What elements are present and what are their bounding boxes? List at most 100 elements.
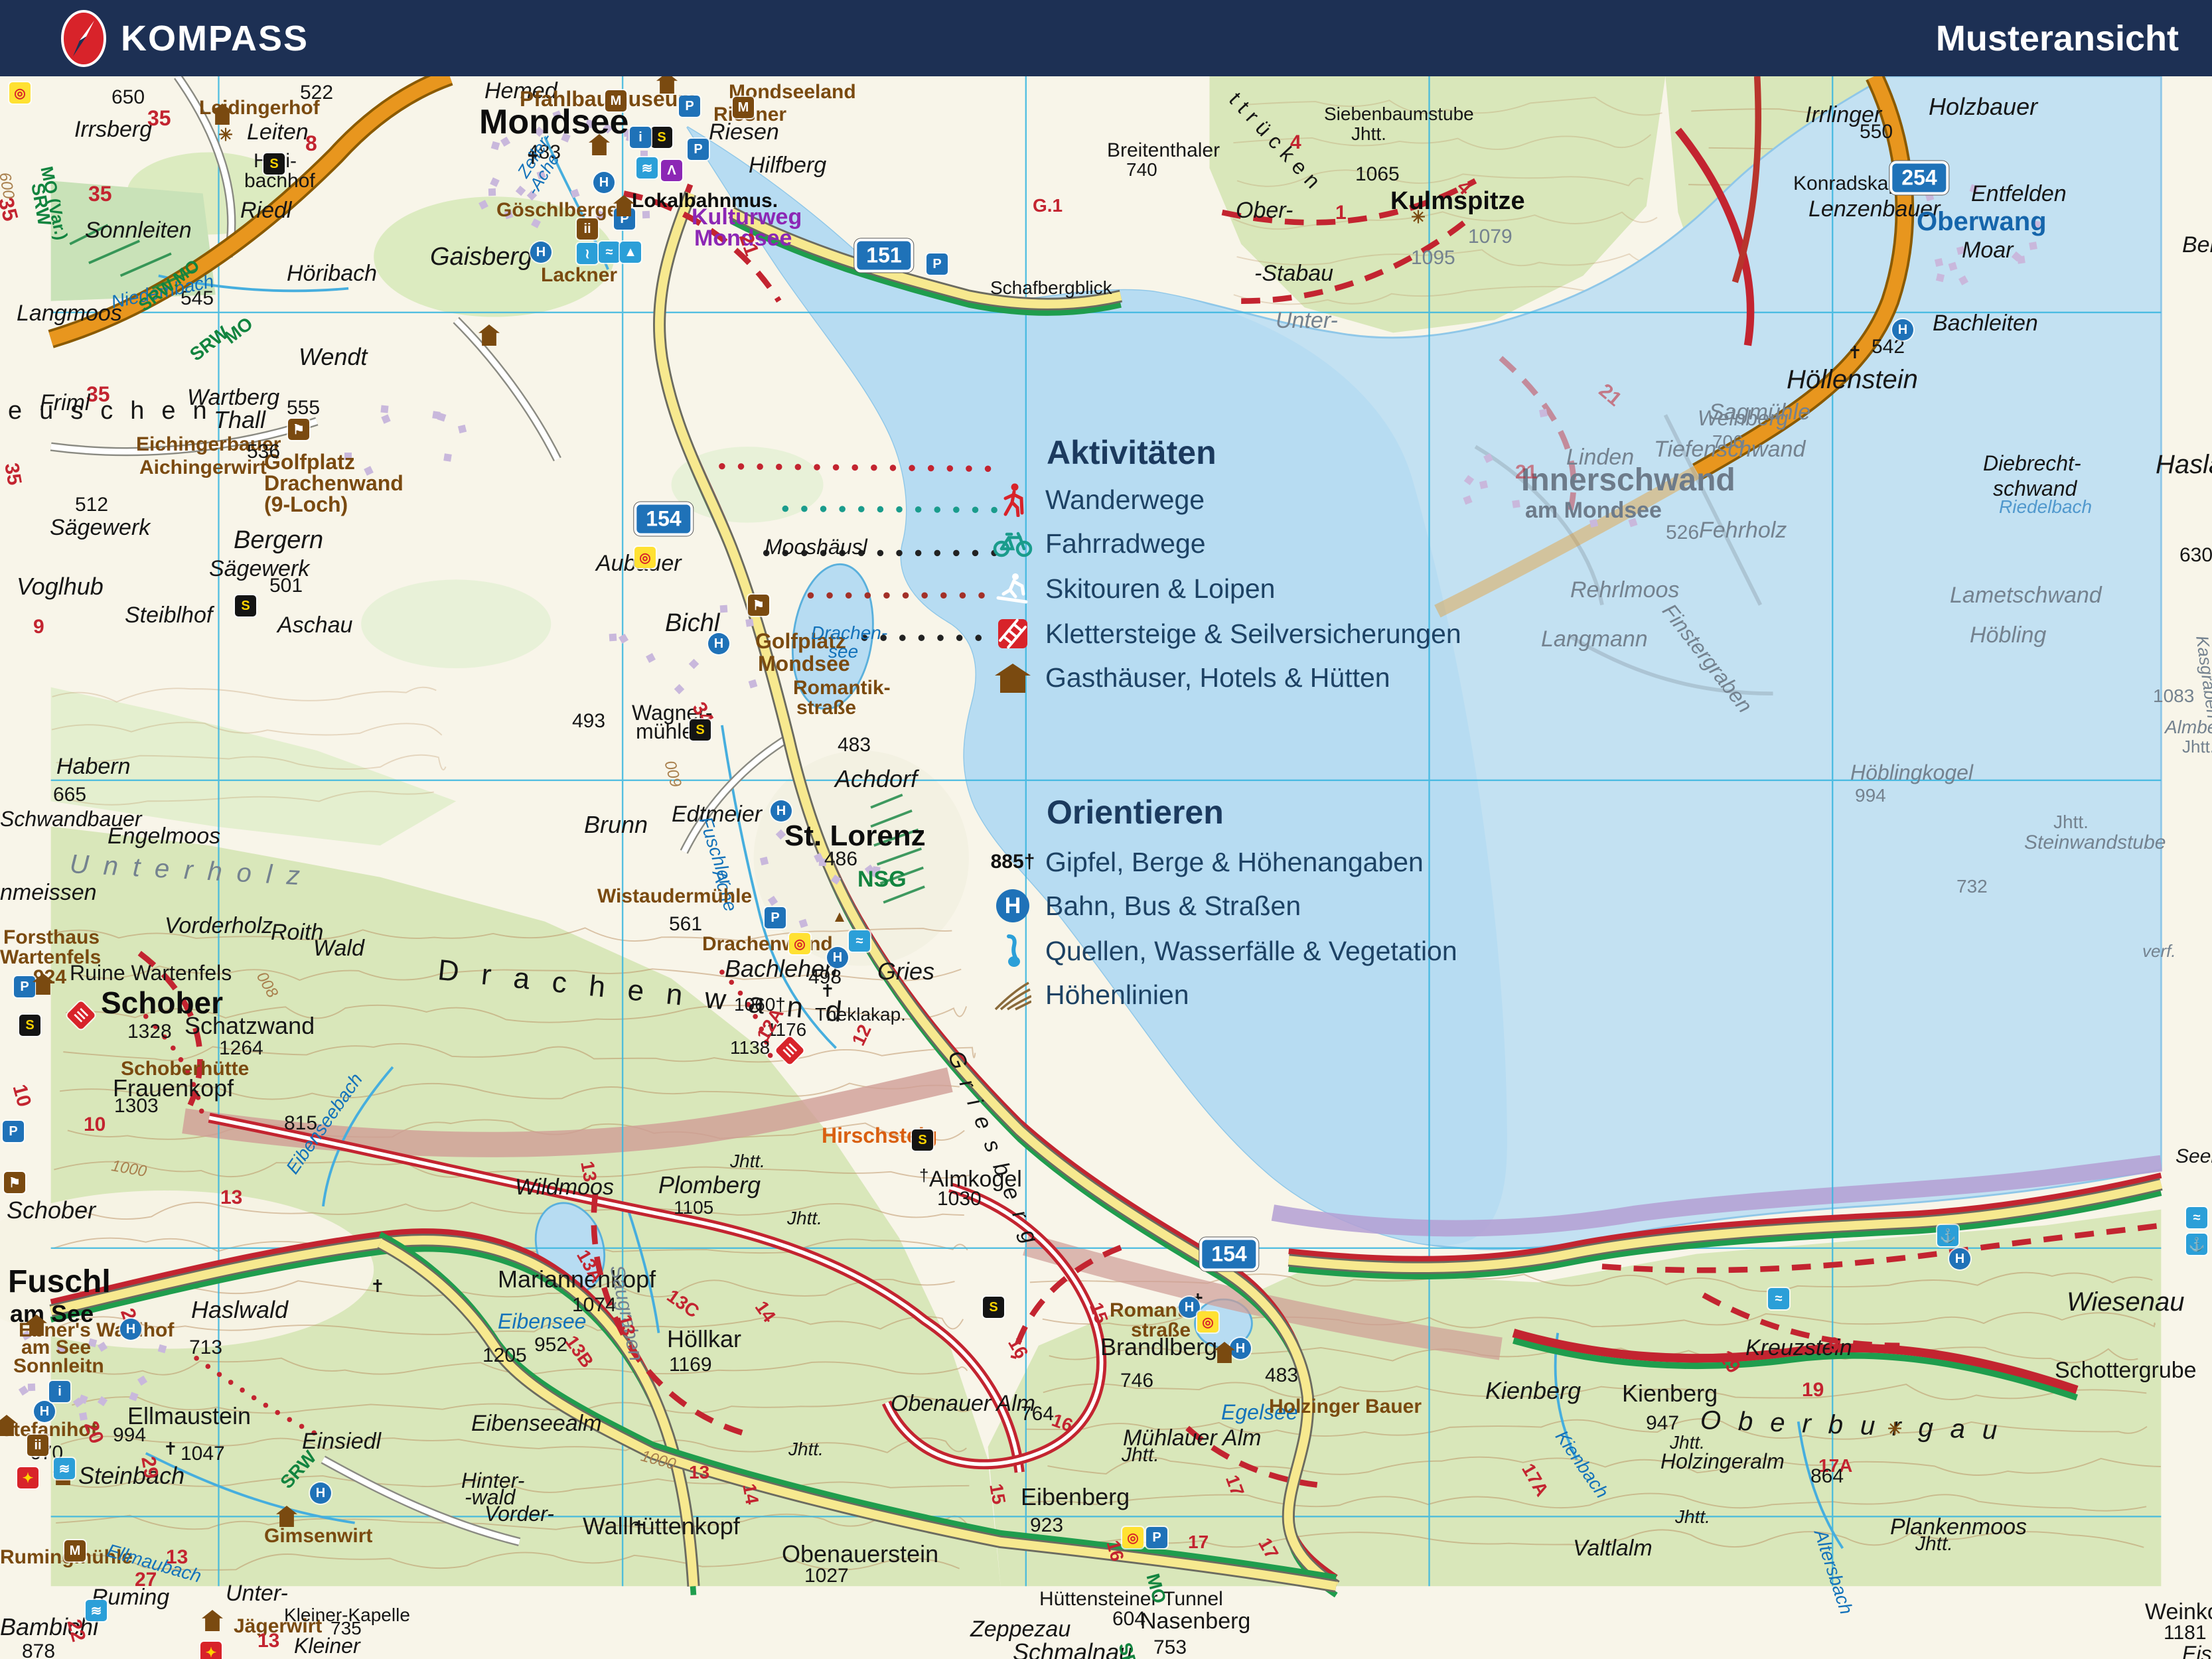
parking-icon: P	[765, 907, 786, 928]
shalt-icon: S	[19, 1015, 40, 1036]
kompass-icon: ◎	[634, 547, 656, 568]
legend-label: Quellen, Wasserfälle & Vegetation	[1045, 936, 1457, 967]
legend-item-gipfel: 885† Gipfel, Berge & Höhenangaben	[992, 843, 1424, 881]
bus-icon: H	[1949, 1248, 1970, 1269]
shalt-icon: S	[263, 153, 285, 175]
golf-icon: ⚑	[748, 595, 769, 616]
road-shield-151: 151	[854, 239, 913, 273]
hut-icon	[26, 1315, 47, 1336]
shalt-icon: S	[983, 1297, 1004, 1318]
legend-item-skitouren: Skitouren & Loipen	[992, 570, 1275, 607]
bus-stop-icon: H	[992, 887, 1033, 924]
legend-label: Klettersteige & Seilversicherungen	[1045, 618, 1461, 650]
legend-label: Skitouren & Loipen	[1045, 573, 1275, 605]
hut-icon	[202, 1610, 223, 1631]
legend-label: Gipfel, Berge & Höhenangaben	[1045, 847, 1424, 878]
anchor-icon: ⚓	[1937, 1225, 1958, 1246]
bus-icon: H	[827, 947, 848, 968]
info-icon: i	[49, 1381, 70, 1402]
anchor-icon: ⚓	[2186, 1234, 2207, 1255]
skier-icon	[992, 570, 1033, 607]
shalt-icon: S	[235, 595, 256, 616]
bus-icon: H	[708, 633, 729, 654]
hut-icon	[0, 1415, 17, 1436]
climb-icon: ☰	[774, 1035, 804, 1065]
museum-icon: M	[605, 90, 627, 111]
map-canvas[interactable]: 650IrrsbergLeidingerhofLeiten5228RiedlSo…	[0, 76, 2212, 1659]
compass-needle-icon	[61, 10, 106, 67]
spring-icon	[992, 932, 1033, 970]
playground-icon: ii	[577, 218, 598, 240]
peak-icon: 885†	[992, 843, 1033, 881]
kompass-icon: ◎	[9, 82, 31, 104]
road-shield-254: 254	[1889, 161, 1949, 195]
parking-icon: P	[14, 976, 35, 997]
legend-item-wanderwege: Wanderwege	[992, 481, 1205, 518]
hut-icon	[33, 974, 54, 995]
windrose-icon: ✳	[1881, 1415, 1909, 1443]
swim-icon: ≈	[1768, 1288, 1789, 1309]
legend-orientation-title: Orientieren	[1047, 793, 1224, 831]
hut-icon	[276, 1506, 297, 1527]
road-shield-154: 154	[1199, 1238, 1258, 1271]
shalt-icon: S	[651, 127, 672, 148]
shalt-icon: S	[912, 1129, 933, 1151]
hut-icon	[479, 325, 500, 346]
legend-item-fahrradwege: Fahrradwege	[992, 525, 1206, 562]
kompass-logo: KOMPASS	[61, 10, 309, 67]
kompass-icon: ◎	[1122, 1527, 1143, 1548]
legend-item-hoehenlinien: Höhenlinien	[992, 976, 1189, 1013]
map-legend: Aktivitäten Wanderwege Fa	[992, 421, 1516, 946]
parking-icon: P	[1146, 1527, 1167, 1548]
hiker-icon	[992, 481, 1033, 518]
parking-icon: P	[3, 1121, 24, 1142]
legend-activities-title: Aktivitäten	[1047, 433, 1217, 472]
kompass-icon: ◎	[789, 933, 810, 954]
museum-icon: M	[64, 1540, 86, 1561]
golf-icon: ⚑	[288, 419, 309, 440]
legend-item-gasthaeuser: Gasthäuser, Hotels & Hütten	[992, 659, 1390, 696]
shalt-icon: S	[690, 719, 711, 741]
castle-icon: ✦	[17, 1467, 38, 1488]
bus-icon: H	[1892, 319, 1913, 340]
page-title: Musteransicht	[1936, 18, 2179, 59]
parking-icon: P	[926, 253, 948, 275]
castle-icon: ✦	[200, 1642, 222, 1659]
bus-icon: H	[1230, 1338, 1251, 1359]
hiker-icon: Λ	[661, 160, 682, 181]
hut-icon	[992, 659, 1033, 696]
legend-label: Höhenlinien	[1045, 979, 1189, 1011]
golf-icon: ⚑	[4, 1172, 25, 1193]
bus-icon: H	[530, 242, 552, 263]
swim-icon: ≈	[599, 242, 620, 263]
camp-icon: ▲	[827, 904, 852, 930]
bus-icon: H	[34, 1401, 55, 1422]
surf-icon: ≀	[577, 243, 598, 264]
museum-icon: M	[733, 97, 754, 118]
info-icon: i	[630, 127, 651, 148]
hut-icon	[589, 134, 610, 155]
legend-item-quellen: Quellen, Wasserfälle & Vegetation	[992, 932, 1457, 970]
climb-icon: ☰	[66, 1000, 96, 1030]
kompass-icon: ◎	[1197, 1311, 1218, 1333]
bus-icon: H	[593, 172, 615, 193]
windrose-icon: ✳	[212, 121, 240, 149]
legend-label: Fahrradwege	[1045, 528, 1206, 559]
header-bar: KOMPASS Musteransicht	[0, 0, 2212, 76]
legend-label: Bahn, Bus & Straßen	[1045, 891, 1301, 922]
road-shield-154: 154	[634, 502, 693, 536]
playground-icon: ii	[27, 1435, 48, 1456]
parking-icon: P	[679, 96, 700, 117]
bus-icon: H	[771, 800, 792, 822]
brand-name: KOMPASS	[121, 18, 309, 59]
parking-icon: P	[688, 139, 709, 160]
waterfall-icon: ≋	[54, 1458, 75, 1479]
kompass-sample-map-page: KOMPASS Musteransicht	[0, 0, 2212, 1659]
waterfall-icon: ≋	[636, 157, 658, 179]
legend-label: Gasthäuser, Hotels & Hütten	[1045, 662, 1390, 693]
bicycle-icon	[992, 525, 1033, 562]
windrose-icon: ✳	[1404, 203, 1432, 231]
legend-item-bahn-bus: H Bahn, Bus & Straßen	[992, 887, 1301, 924]
legend-item-klettersteige: Klettersteige & Seilversicherungen	[992, 615, 1461, 652]
waterfall-icon: ≋	[86, 1600, 107, 1621]
